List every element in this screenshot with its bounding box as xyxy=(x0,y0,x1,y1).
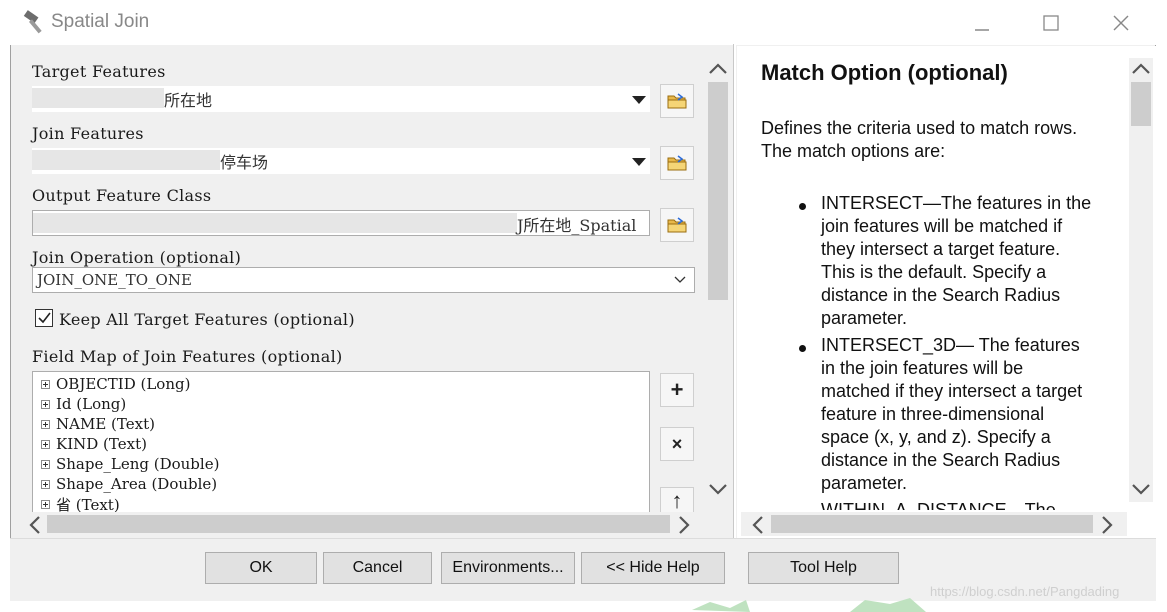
redacted-text xyxy=(32,88,164,108)
output-feature-class-label: Output Feature Class xyxy=(32,186,212,205)
chevron-left-icon[interactable] xyxy=(749,514,767,536)
keep-all-label: Keep All Target Features (optional) xyxy=(59,310,355,329)
chevron-right-icon[interactable] xyxy=(675,514,693,536)
watermark: https://blog.csdn.net/Pangdading xyxy=(930,584,1120,599)
expand-icon[interactable] xyxy=(41,499,50,509)
redacted-text xyxy=(33,213,517,233)
chevron-up-icon[interactable] xyxy=(1130,60,1152,76)
help-bullet-within-distance: WITHIN_A_DISTANCE—The xyxy=(821,500,1056,510)
join-features-label: Join Features xyxy=(32,124,144,143)
move-up-button[interactable]: ↑ xyxy=(660,487,694,513)
remove-field-button[interactable]: × xyxy=(660,427,694,461)
hide-help-button[interactable]: << Hide Help xyxy=(581,552,725,584)
join-operation-select[interactable]: JOIN_ONE_TO_ONE xyxy=(32,267,695,293)
folder-icon xyxy=(667,155,687,171)
browse-join-button[interactable] xyxy=(660,146,694,180)
map-fragment xyxy=(692,598,926,612)
list-item[interactable]: Shape_Area (Double) xyxy=(41,474,219,494)
expand-icon[interactable] xyxy=(41,479,50,489)
redacted-text xyxy=(32,150,220,170)
left-hscroll-thumb[interactable] xyxy=(47,515,670,533)
ok-button[interactable]: OK xyxy=(205,552,317,584)
chevron-down-icon xyxy=(674,276,686,283)
minimize-icon[interactable] xyxy=(966,8,996,38)
bullet-icon xyxy=(799,345,806,352)
help-bullet-intersect: INTERSECT—The features in the join featu… xyxy=(821,193,1092,328)
chevron-right-icon[interactable] xyxy=(1098,514,1116,536)
expand-icon[interactable] xyxy=(41,399,50,409)
expand-icon[interactable] xyxy=(41,379,50,389)
chevron-down-icon[interactable] xyxy=(632,96,646,104)
cancel-button[interactable]: Cancel xyxy=(323,552,432,584)
join-operation-label: Join Operation (optional) xyxy=(32,248,242,267)
chevron-left-icon[interactable] xyxy=(26,514,44,536)
list-item[interactable]: Id (Long) xyxy=(41,394,219,414)
target-features-value: 所在地 xyxy=(164,91,213,110)
expand-icon[interactable] xyxy=(41,459,50,469)
close-icon[interactable] xyxy=(1106,8,1136,38)
folder-icon xyxy=(667,217,687,233)
left-scroll-thumb[interactable] xyxy=(708,82,728,300)
tool-help-button[interactable]: Tool Help xyxy=(748,552,899,584)
list-item[interactable]: OBJECTID (Long) xyxy=(41,374,219,394)
field-map-tree[interactable]: OBJECTID (Long) Id (Long) NAME (Text) KI… xyxy=(32,371,650,513)
hammer-icon xyxy=(22,9,48,35)
list-item[interactable]: Shape_Leng (Double) xyxy=(41,454,219,474)
help-bullet-intersect-3d: INTERSECT_3D— The features in the join f… xyxy=(821,335,1083,493)
window-title: Spatial Join xyxy=(51,11,150,32)
add-field-button[interactable]: + xyxy=(660,373,694,407)
folder-icon xyxy=(667,93,687,109)
help-title: Match Option (optional) xyxy=(761,60,1008,85)
help-intro: Defines the criteria used to match rows.… xyxy=(761,118,1078,161)
list-item[interactable]: 省 (Text) xyxy=(41,494,219,512)
output-feature-class-input[interactable]: J所在地_Spatial xyxy=(32,210,650,236)
chevron-down-icon[interactable] xyxy=(707,482,729,498)
checkmark-icon xyxy=(38,312,51,324)
field-map-label: Field Map of Join Features (optional) xyxy=(32,347,343,366)
keep-all-checkbox[interactable] xyxy=(35,309,53,327)
maximize-icon[interactable] xyxy=(1036,8,1066,38)
bullet-icon xyxy=(799,203,806,210)
join-operation-value: JOIN_ONE_TO_ONE xyxy=(37,271,192,289)
help-scroll-thumb[interactable] xyxy=(1131,82,1151,126)
output-feature-class-value: J所在地_Spatial xyxy=(517,216,637,235)
join-features-value: 停车场 xyxy=(220,153,269,172)
expand-icon[interactable] xyxy=(41,439,50,449)
list-item[interactable]: KIND (Text) xyxy=(41,434,219,454)
pane-splitter[interactable] xyxy=(733,44,736,538)
chevron-down-icon[interactable] xyxy=(632,158,646,166)
chevron-up-icon[interactable] xyxy=(707,60,729,76)
target-features-input[interactable]: 所在地 xyxy=(32,86,650,112)
environments-button[interactable]: Environments... xyxy=(441,552,575,584)
browse-output-button[interactable] xyxy=(660,208,694,242)
expand-icon[interactable] xyxy=(41,419,50,429)
help-hscroll-thumb[interactable] xyxy=(771,515,1093,533)
browse-target-button[interactable] xyxy=(660,84,694,118)
list-item[interactable]: NAME (Text) xyxy=(41,414,219,434)
help-bullets: INTERSECT—The features in the join featu… xyxy=(737,190,1129,510)
chevron-down-icon[interactable] xyxy=(1130,482,1152,498)
join-features-input[interactable]: 停车场 xyxy=(32,148,650,174)
target-features-label: Target Features xyxy=(32,62,166,81)
